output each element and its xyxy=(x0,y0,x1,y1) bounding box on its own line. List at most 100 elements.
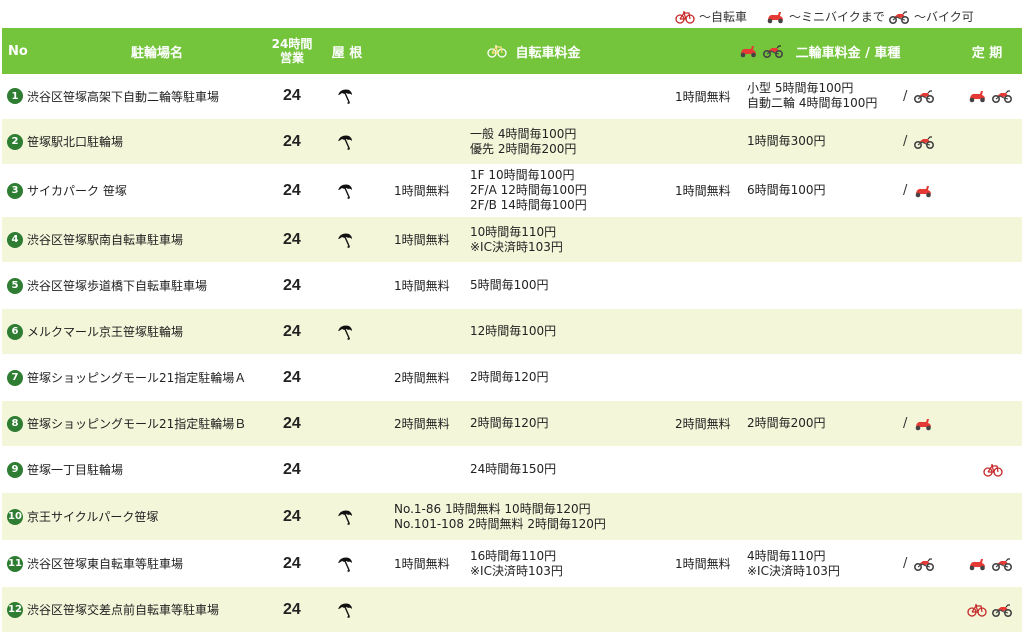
minibike-icon xyxy=(765,10,785,24)
minibike-icon xyxy=(967,89,987,103)
facility-name-cell[interactable]: 12 渋谷区笹塚交差点前自転車等駐車場 xyxy=(7,587,219,632)
facility-name-cell[interactable]: 10 京王サイクルパーク笹塚 xyxy=(7,493,158,540)
motorcycle-icon xyxy=(762,44,784,58)
table-row: 10 京王サイクルパーク笹塚 24 No.1-86 1時間無料 10時間毎120円 N… xyxy=(2,493,1022,540)
bicycle-fee-line: 12時間毎100円 xyxy=(470,324,557,338)
moto-fee-cell: 6時間毎100円 xyxy=(747,165,826,216)
facility-name-cell[interactable]: 3 サイカパーク 笹塚 xyxy=(7,165,127,216)
hours-value: 24 xyxy=(283,414,301,432)
facility-name-cell[interactable]: 2 笹塚駅北口駐輪場 xyxy=(7,119,123,164)
facility-name-cell[interactable]: 7 笹塚ショッピングモール21指定駐輪場Ａ xyxy=(7,355,246,400)
hours-value: 24 xyxy=(283,181,301,199)
pass-cell xyxy=(967,541,1019,586)
bicycle-fee-cell: 16時間毎110円 ※IC決済時103円 xyxy=(470,541,563,586)
facility-name: 渋谷区笹塚駅南自転車駐車場 xyxy=(27,233,184,247)
bicycle-free-cell: 2時間無料 xyxy=(394,401,450,446)
facility-name-cell[interactable]: 5 渋谷区笹塚歩道橋下自転車駐車場 xyxy=(7,263,207,308)
hours-value: 24 xyxy=(283,368,301,386)
moto-free-time: 2時間無料 xyxy=(675,417,731,431)
bicycle-free-time: 1時間無料 xyxy=(394,233,450,247)
table-row: 8 笹塚ショッピングモール21指定駐輪場Ｂ 24 2時間無料 2時間毎120円 2時間無料… xyxy=(2,401,1022,446)
row-number-badge: 3 xyxy=(7,182,23,199)
umbrella-icon xyxy=(336,309,354,354)
hours-cell: 24 xyxy=(283,309,301,354)
row-number-badge: 6 xyxy=(7,323,23,340)
header-roof: 屋 根 xyxy=(331,45,363,61)
separator-slash: / xyxy=(903,556,908,571)
moto-free-time: 1時間無料 xyxy=(675,557,731,571)
bicycle-free-time: 1時間無料 xyxy=(394,279,450,293)
table-row: 5 渋谷区笹塚歩道橋下自転車駐車場 24 1時間無料 5時間毎100円 xyxy=(2,263,1022,308)
moto-fee-cell: 小型 5時間毎100円 自動二輪 4時間毎100円 xyxy=(747,74,877,118)
bicycle-fee-line: 2F/A 12時間毎100円 xyxy=(470,183,587,197)
hours-cell: 24 xyxy=(283,447,301,492)
table-row: 2 笹塚駅北口駐輪場 24 一般 4時間毎100円 優先 2時間毎200円 1時間毎30… xyxy=(2,119,1022,164)
bicycle-fee-cell: 2時間毎120円 xyxy=(470,401,549,446)
moto-free-time: 1時間無料 xyxy=(675,184,731,198)
motorcycle-icon xyxy=(888,10,910,24)
bicycle-fee-cell: 10時間毎110円 ※IC決済時103円 xyxy=(470,217,563,262)
table-header: No 駐輪場名 24時間 営業 屋 根 自転車料金 二輪車料金 / 車種 定 期 xyxy=(2,28,1022,74)
bicycle-icon xyxy=(675,10,695,24)
table-row: 3 サイカパーク 笹塚 24 1時間無料 1F 10時間毎100円 2F/A 12時間毎… xyxy=(2,165,1022,216)
header-name: 駐輪場名 xyxy=(130,45,183,61)
bicycle-fee-line: 2時間毎120円 xyxy=(470,416,549,430)
table-row: 4 渋谷区笹塚駅南自転車駐車場 24 1時間無料 10時間毎110円 ※IC決済時103… xyxy=(2,217,1022,262)
bicycle-fee-line: 24時間毎150円 xyxy=(470,462,557,476)
moto-fee-line: 自動二輪 4時間毎100円 xyxy=(747,96,878,110)
legend-bicycle: ～自転車 xyxy=(675,8,747,25)
moto-type-cell: / xyxy=(903,119,935,164)
bicycle-fee-cell: 2時間毎120円 xyxy=(470,355,549,400)
moto-fee-line: 2時間毎200円 xyxy=(747,416,826,430)
minibike-icon xyxy=(738,44,758,58)
hours-cell: 24 xyxy=(283,401,301,446)
header-bicycle-fee-label: 自転車料金 xyxy=(515,45,581,61)
hours-value: 24 xyxy=(283,600,301,618)
bicycle-icon xyxy=(967,603,987,617)
hours-value: 24 xyxy=(283,87,301,104)
bicycle-fee-line: 優先 2時間毎200円 xyxy=(470,141,577,156)
minibike-icon xyxy=(967,557,987,571)
moto-free-cell: 1時間無料 xyxy=(675,165,731,216)
bicycle-free-cell: 1時間無料 xyxy=(394,541,450,586)
hours-cell: 24 xyxy=(283,119,301,164)
hours-cell: 24 xyxy=(283,217,301,262)
moto-type-cell: / xyxy=(903,401,933,446)
row-number-badge: 11 xyxy=(7,555,23,572)
facility-name-cell[interactable]: 4 渋谷区笹塚駅南自転車駐車場 xyxy=(7,217,183,262)
facility-name-cell[interactable]: 11 渋谷区笹塚東自転車等駐車場 xyxy=(7,541,183,586)
bicycle-fee-line: ※IC決済時103円 xyxy=(470,563,563,578)
facility-name-cell[interactable]: 9 笹塚一丁目駐輪場 xyxy=(7,447,123,492)
moto-free-time: 1時間無料 xyxy=(675,89,731,104)
moto-type-cell: / xyxy=(903,165,933,216)
bicycle-fee-line: No.1-86 1時間無料 10時間毎120円 xyxy=(394,501,591,516)
table-row: 9 笹塚一丁目駐輪場 24 24時間毎150円 xyxy=(2,447,1022,492)
facility-name: サイカパーク 笹塚 xyxy=(27,184,127,198)
hours-value: 24 xyxy=(283,132,301,150)
motorcycle-icon xyxy=(913,89,935,103)
umbrella-icon xyxy=(336,119,354,164)
hours-cell: 24 xyxy=(283,165,301,216)
facility-name-cell[interactable]: 8 笹塚ショッピングモール21指定駐輪場Ｂ xyxy=(7,401,246,446)
moto-fee-cell: 4時間毎110円 ※IC決済時103円 xyxy=(747,541,840,586)
bicycle-icon xyxy=(983,463,1003,477)
bicycle-free-cell: 2時間無料 xyxy=(394,355,450,400)
bicycle-free-cell: 1時間無料 xyxy=(394,217,450,262)
row-number-badge: 1 xyxy=(7,88,23,104)
bicycle-fee-line: 一般 4時間毎100円 xyxy=(470,126,577,141)
facility-name-cell[interactable]: 1 渋谷区笹塚高架下自動二輪等駐車場 xyxy=(7,74,219,118)
header-no: No xyxy=(8,43,28,59)
bicycle-fee-line: 10時間毎110円 xyxy=(470,224,557,239)
moto-fee-line: 1時間毎300円 xyxy=(747,134,826,148)
legend-bike: ～バイク可 xyxy=(888,8,974,25)
pass-cell xyxy=(967,74,1019,118)
facility-name-cell[interactable]: 6 メルクマール京王笹塚駐輪場 xyxy=(7,309,183,354)
header-bicycle-fee: 自転車料金 xyxy=(464,28,604,74)
row-number-badge: 4 xyxy=(7,231,23,248)
hours-value: 24 xyxy=(283,507,301,525)
moto-fee-cell: 1時間毎300円 xyxy=(747,119,826,164)
motorcycle-icon xyxy=(991,89,1013,103)
motorcycle-icon xyxy=(913,135,935,149)
row-number-badge: 2 xyxy=(7,133,23,150)
legend-mini-label: ～ミニバイクまで xyxy=(789,10,885,24)
